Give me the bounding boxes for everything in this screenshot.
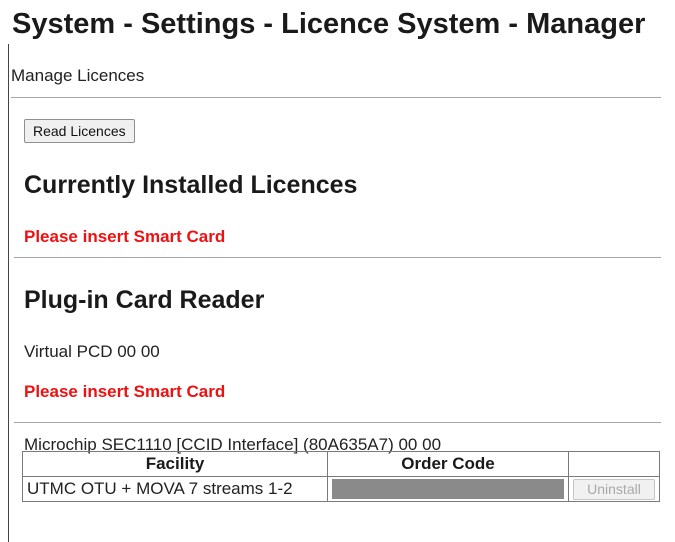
uninstall-button[interactable]: Uninstall bbox=[573, 478, 655, 500]
table-row: UTMC OTU + MOVA 7 streams 1-2 Uninstall bbox=[22, 476, 660, 502]
read-licences-button[interactable]: Read Licences bbox=[24, 119, 135, 143]
order-code-cell bbox=[327, 476, 569, 502]
reader-status-virtual-pcd: Please insert Smart Card bbox=[24, 382, 226, 401]
page-left-border bbox=[8, 44, 9, 542]
column-header-action bbox=[568, 451, 660, 477]
reader-divider bbox=[14, 422, 661, 423]
column-header-facility: Facility bbox=[22, 451, 328, 477]
licence-manager-panel: Read Licences Currently Installed Licenc… bbox=[14, 97, 661, 542]
page-title: System - Settings - Licence System - Man… bbox=[12, 8, 646, 40]
reader-name-virtual-pcd: Virtual PCD 00 00 bbox=[24, 342, 160, 361]
page-subtitle: Manage Licences bbox=[11, 66, 145, 85]
section-divider bbox=[14, 257, 661, 258]
card-reader-heading: Plug-in Card Reader bbox=[24, 286, 265, 314]
licence-table: Facility Order Code UTMC OTU + MOVA 7 st… bbox=[22, 451, 660, 502]
action-cell: Uninstall bbox=[568, 476, 660, 502]
facility-cell: UTMC OTU + MOVA 7 streams 1-2 bbox=[22, 476, 328, 502]
licence-table-header-row: Facility Order Code bbox=[22, 451, 660, 477]
order-code-redaction-bar bbox=[332, 479, 564, 499]
column-header-order-code: Order Code bbox=[327, 451, 569, 477]
installed-licences-status: Please insert Smart Card bbox=[24, 227, 226, 246]
installed-licences-heading: Currently Installed Licences bbox=[24, 171, 358, 199]
